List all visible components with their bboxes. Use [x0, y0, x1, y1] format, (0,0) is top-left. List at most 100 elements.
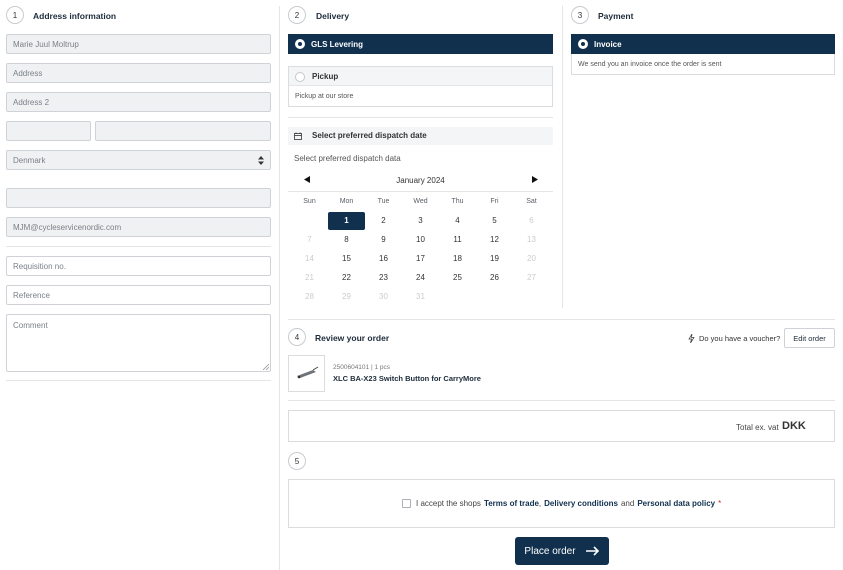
name-field[interactable]: Marie Juul Moltrup: [6, 34, 271, 54]
voucher-link[interactable]: Do you have a voucher?: [699, 334, 780, 343]
total-currency: DKK: [782, 420, 806, 432]
terms-prefix: I accept the shops: [416, 499, 481, 508]
calendar-day[interactable]: 26: [476, 269, 513, 287]
privacy-policy-link[interactable]: Personal data policy: [637, 499, 715, 508]
calendar-day: 20: [527, 254, 536, 263]
calendar-day[interactable]: 22: [328, 269, 365, 287]
invoice-header[interactable]: Invoice: [571, 34, 835, 54]
review-items-divider: [288, 400, 835, 401]
calendar-day[interactable]: 25: [439, 269, 476, 287]
weekday-header: Wed: [413, 198, 428, 205]
calendar-day: 14: [305, 254, 314, 263]
calendar-day: 29: [342, 292, 351, 301]
calendar-month-label: January 2024: [396, 176, 445, 185]
calendar-day[interactable]: 24: [402, 269, 439, 287]
delivery-conditions-link[interactable]: Delivery conditions: [544, 499, 618, 508]
calendar-day[interactable]: 10: [402, 231, 439, 249]
requisition-field[interactable]: Requisition no.: [6, 256, 271, 276]
pickup-radio[interactable]: [295, 72, 305, 82]
email-field[interactable]: MJM@cycleservicenordic.com: [6, 217, 271, 237]
item-name[interactable]: XLC BA-X23 Switch Button for CarryMore: [333, 374, 481, 383]
place-order-button[interactable]: Place order: [515, 537, 609, 565]
reference-field[interactable]: Reference: [6, 285, 271, 305]
weekday-header: Thu: [451, 198, 464, 205]
address-field[interactable]: Address: [6, 63, 271, 83]
dispatch-input[interactable]: Select preferred dispatch data: [294, 154, 401, 163]
calendar-day: 27: [527, 273, 536, 282]
step-2-circle: 2: [288, 6, 306, 24]
terms-comma: ,: [538, 499, 542, 508]
delivery-option-pickup[interactable]: Pickup Pickup at our store: [288, 66, 553, 107]
voucher-icon: [688, 334, 695, 343]
calendar-day[interactable]: 2: [365, 212, 402, 230]
delivery-section-title: Delivery: [316, 11, 350, 21]
calendar-day[interactable]: 5: [476, 212, 513, 230]
calendar-day: 6: [529, 216, 534, 225]
calendar-day[interactable]: 11: [439, 231, 476, 249]
comment-placeholder: Comment: [13, 321, 48, 330]
weekday-header: Tue: [377, 198, 390, 205]
step-5-circle: 5: [288, 452, 306, 470]
gls-radio[interactable]: [295, 39, 305, 49]
calendar-day[interactable]: 8: [328, 231, 365, 249]
calendar-day[interactable]: 9: [365, 231, 402, 249]
step-4-circle: 4: [288, 328, 306, 346]
weekday-header: Sat: [526, 198, 537, 205]
phone-field[interactable]: [6, 188, 271, 208]
select-arrows-icon: [258, 155, 264, 165]
column-divider-left: [279, 6, 280, 570]
zip-field[interactable]: [6, 121, 91, 141]
address-section-title: Address information: [33, 11, 117, 21]
terms-and: and: [620, 499, 635, 508]
terms-row: I accept the shops Terms of trade, Deliv…: [402, 499, 721, 508]
calendar-day: 21: [305, 273, 314, 282]
pickup-label: Pickup: [312, 72, 339, 81]
pickup-description: Pickup at our store: [295, 93, 354, 100]
address-bottom-divider: [6, 380, 271, 381]
terms-of-trade-link[interactable]: Terms of trade: [484, 499, 539, 508]
review-top-divider: [288, 319, 835, 320]
edit-order-button[interactable]: Edit order: [784, 328, 835, 348]
calendar-day[interactable]: 19: [476, 250, 513, 268]
weekday-header: Sun: [303, 198, 316, 205]
calendar-day[interactable]: 23: [365, 269, 402, 287]
calendar-day[interactable]: 18: [439, 250, 476, 268]
delivery-divider: [288, 117, 553, 118]
payment-option-invoice[interactable]: Invoice We send you an invoice once the …: [571, 34, 835, 75]
invoice-label: Invoice: [594, 39, 622, 49]
calendar-day[interactable]: 15: [328, 250, 365, 268]
arrow-right-icon: [585, 546, 599, 556]
calendar-day: 7: [307, 235, 312, 244]
column-divider-right: [562, 6, 563, 308]
calendar-day: 31: [416, 292, 425, 301]
calendar-day: 13: [527, 235, 536, 244]
calendar-day[interactable]: 4: [439, 212, 476, 230]
calendar-day[interactable]: 16: [365, 250, 402, 268]
comment-textarea[interactable]: Comment: [6, 314, 271, 372]
calendar-icon: [294, 132, 302, 140]
calendar-day: 28: [305, 292, 314, 301]
delivery-option-gls[interactable]: GLS Levering: [288, 34, 553, 54]
calendar-day[interactable]: 1: [328, 212, 365, 230]
place-order-label: Place order: [524, 545, 576, 557]
terms-box: I accept the shops Terms of trade, Deliv…: [288, 479, 835, 528]
step-3-circle: 3: [571, 6, 589, 24]
calendar-day[interactable]: 17: [402, 250, 439, 268]
country-select[interactable]: Denmark: [6, 150, 271, 170]
calendar-day[interactable]: 12: [476, 231, 513, 249]
city-field[interactable]: [95, 121, 271, 141]
weekday-header: Mon: [339, 198, 354, 205]
resize-handle-icon[interactable]: [263, 364, 269, 370]
total-box: Total ex. vat DKK: [288, 410, 835, 442]
address2-field[interactable]: Address 2: [6, 92, 271, 112]
next-month-icon[interactable]: [532, 176, 538, 183]
country-selected-value: Denmark: [13, 155, 46, 165]
required-asterisk: *: [718, 499, 722, 508]
weekday-header: Fri: [490, 198, 499, 205]
gls-label: GLS Levering: [311, 39, 364, 49]
calendar-grid: Sun Mon Tue Wed Thu Fri Sat 1 2 3 4 5 6 7 8 9 10 11 12 13 14…: [291, 196, 551, 306]
terms-checkbox[interactable]: [402, 499, 411, 508]
invoice-radio[interactable]: [578, 39, 588, 49]
calendar-day[interactable]: 3: [402, 212, 439, 230]
invoice-description: We send you an invoice once the order is…: [578, 61, 722, 68]
